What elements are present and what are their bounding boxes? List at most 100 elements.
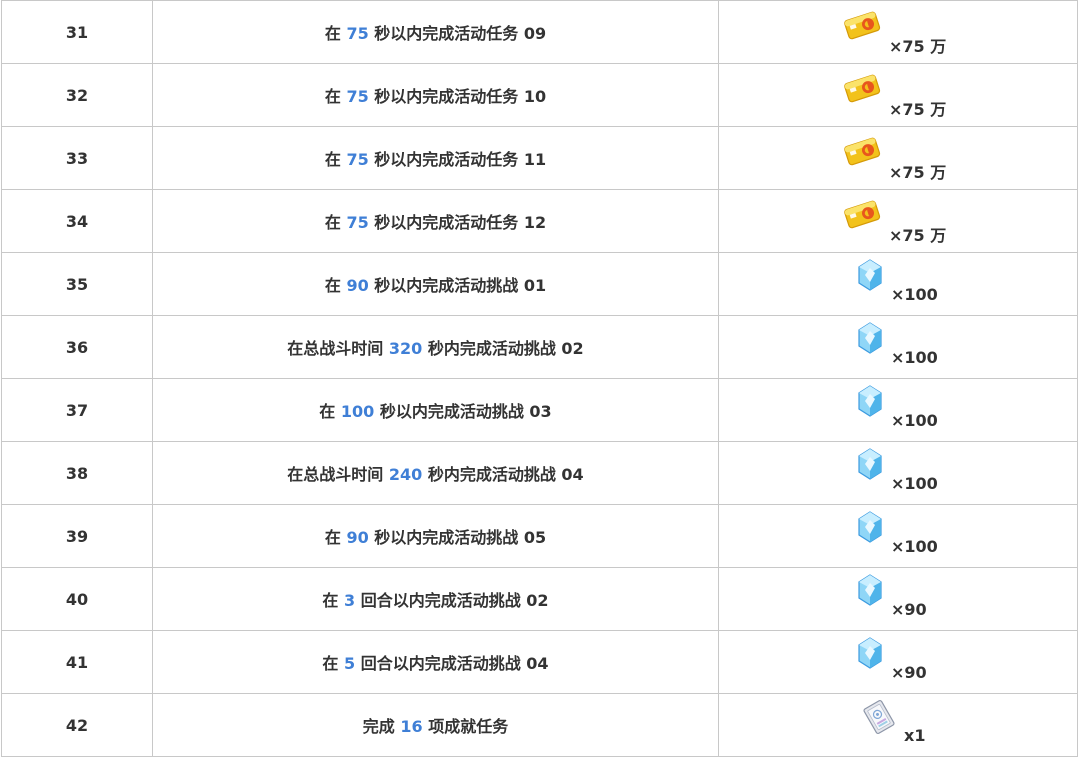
task-description: 在 75 秒以内完成活动任务 09 xyxy=(152,0,719,64)
reward-cell: ×90 xyxy=(718,567,1078,631)
task-description: 在 100 秒以内完成活动挑战 03 xyxy=(152,378,719,442)
row-index: 39 xyxy=(1,504,153,568)
table-row: 38 在总战斗时间 240 秒内完成活动挑战 04 ×100 xyxy=(1,441,1078,505)
row-index: 38 xyxy=(1,441,153,505)
reward-item: ×100 xyxy=(853,385,943,435)
task-text-prefix: 在 xyxy=(319,402,341,421)
table-row: 34 在 75 秒以内完成活动任务 12 ×75 万 xyxy=(1,189,1078,253)
task-text-suffix: 秒以内完成活动任务 09 xyxy=(368,24,547,43)
table-row: 35 在 90 秒以内完成活动挑战 01 ×100 xyxy=(1,252,1078,316)
reward-cell: ×100 xyxy=(718,252,1078,316)
row-index: 42 xyxy=(1,693,153,757)
task-description: 在总战斗时间 240 秒内完成活动挑战 04 xyxy=(152,441,719,505)
task-text-prefix: 完成 xyxy=(362,717,401,736)
task-highlight-number: 16 xyxy=(400,717,423,736)
table-row: 33 在 75 秒以内完成活动任务 11 ×75 万 xyxy=(1,126,1078,190)
reward-quantity: ×100 xyxy=(891,348,938,367)
task-description: 在 75 秒以内完成活动任务 12 xyxy=(152,189,719,253)
reward-quantity: ×100 xyxy=(891,474,938,493)
task-text-suffix: 秒以内完成活动挑战 01 xyxy=(368,276,547,295)
reward-quantity: ×90 xyxy=(891,600,927,619)
task-text-prefix: 在 xyxy=(324,528,347,547)
reward-item: ×75 万 xyxy=(843,7,953,57)
reward-item: ×100 xyxy=(853,448,943,498)
reward-item: ×100 xyxy=(853,322,943,372)
task-text-prefix: 在总战斗时间 xyxy=(287,339,389,358)
reward-quantity: ×75 万 xyxy=(889,37,947,56)
reward-item: ×75 万 xyxy=(843,70,953,120)
row-index: 34 xyxy=(1,189,153,253)
reward-quantity: ×100 xyxy=(891,285,938,304)
reward-item: ×75 万 xyxy=(843,133,953,183)
task-text-prefix: 在 xyxy=(324,24,347,43)
reward-cell: ×100 xyxy=(718,378,1078,442)
reward-cell: ×75 万 xyxy=(718,189,1078,253)
task-description: 在 90 秒以内完成活动挑战 01 xyxy=(152,252,719,316)
page: 31 在 75 秒以内完成活动任务 09 ×75 万 32 在 75 秒以内完成活动任… xyxy=(0,0,1080,771)
table-row: 42 完成 16 项成就任务 x1 xyxy=(1,693,1078,757)
row-index: 32 xyxy=(1,63,153,127)
blue-crystal-icon xyxy=(858,259,882,291)
reward-quantity: ×100 xyxy=(891,537,938,556)
task-highlight-number: 320 xyxy=(388,339,423,358)
task-text-suffix: 秒以内完成活动任务 10 xyxy=(368,87,547,106)
table-row: 37 在 100 秒以内完成活动挑战 03 ×100 xyxy=(1,378,1078,442)
row-index: 40 xyxy=(1,567,153,631)
row-index: 36 xyxy=(1,315,153,379)
task-description: 在总战斗时间 320 秒内完成活动挑战 02 xyxy=(152,315,719,379)
reward-table-body: 31 在 75 秒以内完成活动任务 09 ×75 万 32 在 75 秒以内完成活动任… xyxy=(1,0,1078,757)
task-text-suffix: 秒内完成活动挑战 04 xyxy=(422,465,584,484)
task-description: 在 90 秒以内完成活动挑战 05 xyxy=(152,504,719,568)
reward-cell: ×90 xyxy=(718,630,1078,694)
reward-cell: x1 xyxy=(718,693,1078,757)
reward-quantity: ×75 万 xyxy=(889,163,947,182)
table-row: 41 在 5 回合以内完成活动挑战 04 ×90 xyxy=(1,630,1078,694)
task-highlight-number: 5 xyxy=(344,654,356,673)
silver-ticket-icon xyxy=(863,700,895,734)
task-text-prefix: 在 xyxy=(324,150,347,169)
gold-card-icon xyxy=(844,11,881,40)
table-row: 32 在 75 秒以内完成活动任务 10 ×75 万 xyxy=(1,63,1078,127)
task-description: 在 5 回合以内完成活动挑战 04 xyxy=(152,630,719,694)
reward-quantity: ×75 万 xyxy=(889,100,947,119)
task-highlight-number: 75 xyxy=(346,150,369,169)
task-text-prefix: 在总战斗时间 xyxy=(287,465,389,484)
task-highlight-number: 240 xyxy=(388,465,423,484)
blue-crystal-icon xyxy=(858,322,882,354)
task-text-suffix: 秒以内完成活动挑战 03 xyxy=(374,402,552,421)
task-highlight-number: 90 xyxy=(346,528,369,547)
task-text-suffix: 秒以内完成活动挑战 05 xyxy=(368,528,547,547)
task-highlight-number: 75 xyxy=(346,87,369,106)
reward-item: ×100 xyxy=(853,511,943,561)
reward-cell: ×75 万 xyxy=(718,0,1078,64)
reward-cell: ×75 万 xyxy=(718,126,1078,190)
row-index: 37 xyxy=(1,378,153,442)
reward-cell: ×100 xyxy=(718,504,1078,568)
task-description: 完成 16 项成就任务 xyxy=(152,693,719,757)
reward-item: ×90 xyxy=(853,574,943,624)
blue-crystal-icon xyxy=(858,511,882,543)
table-row: 31 在 75 秒以内完成活动任务 09 ×75 万 xyxy=(1,0,1078,64)
reward-quantity: ×100 xyxy=(891,411,938,430)
blue-crystal-icon xyxy=(858,448,882,480)
task-description: 在 3 回合以内完成活动挑战 02 xyxy=(152,567,719,631)
reward-item: ×75 万 xyxy=(843,196,953,246)
table-row: 39 在 90 秒以内完成活动挑战 05 ×100 xyxy=(1,504,1078,568)
reward-item: x1 xyxy=(858,700,938,750)
task-highlight-number: 90 xyxy=(346,276,369,295)
reward-quantity: ×90 xyxy=(891,663,927,682)
task-text-prefix: 在 xyxy=(324,87,347,106)
task-text-suffix: 回合以内完成活动挑战 04 xyxy=(355,654,549,673)
task-text-prefix: 在 xyxy=(322,591,344,610)
reward-quantity: ×75 万 xyxy=(889,226,947,245)
task-highlight-number: 3 xyxy=(344,591,356,610)
reward-table: 31 在 75 秒以内完成活动任务 09 ×75 万 32 在 75 秒以内完成活动任… xyxy=(1,0,1078,757)
reward-cell: ×75 万 xyxy=(718,63,1078,127)
table-row: 36 在总战斗时间 320 秒内完成活动挑战 02 ×100 xyxy=(1,315,1078,379)
gold-card-icon xyxy=(844,137,881,166)
task-text-suffix: 项成就任务 xyxy=(422,717,509,736)
reward-item: ×100 xyxy=(853,259,943,309)
task-highlight-number: 75 xyxy=(346,213,369,232)
task-text-suffix: 秒以内完成活动任务 12 xyxy=(368,213,547,232)
task-text-suffix: 回合以内完成活动挑战 02 xyxy=(355,591,549,610)
